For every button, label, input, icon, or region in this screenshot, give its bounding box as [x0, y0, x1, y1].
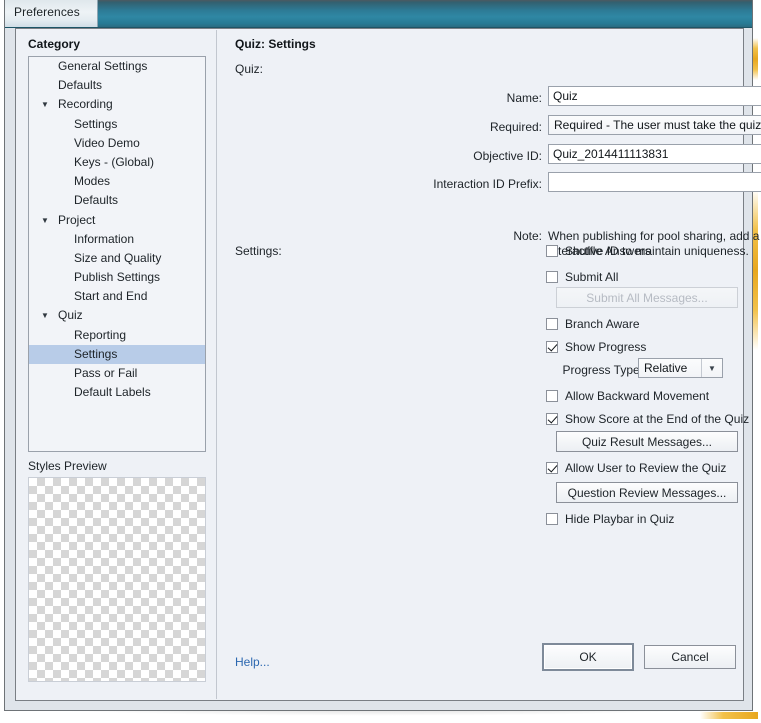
checkbox-submit-all[interactable]: Submit All	[546, 269, 618, 285]
sidebar-item-label: General Settings	[58, 59, 148, 73]
checkbox-label: Allow Backward Movement	[565, 389, 710, 403]
submit-all-messages-button[interactable]: Submit All Messages...	[556, 287, 738, 308]
styles-preview-label: Styles Preview	[28, 459, 107, 473]
sidebar-item-defaults[interactable]: Defaults	[29, 191, 205, 210]
sidebar-item-information[interactable]: Information	[29, 230, 205, 249]
sidebar-item-label: Information	[74, 231, 135, 246]
checkbox-label: Submit All	[565, 270, 619, 284]
quiz-group-label: Quiz:	[235, 62, 264, 76]
page-title: Quiz: Settings	[235, 37, 316, 51]
preferences-window: Preferences Category General Settings Def…	[4, 0, 761, 711]
title-bar-tab[interactable]: Preferences	[5, 0, 98, 27]
interaction-id-prefix-label: Interaction ID Prefix:	[433, 177, 542, 191]
category-tree[interactable]: General Settings Defaults ▼ Recording Settin…	[28, 56, 206, 452]
checkbox-label: Hide Playbar in Quiz	[565, 512, 675, 526]
disclosure-triangle-icon[interactable]: ▼	[39, 211, 51, 230]
cancel-button[interactable]: Cancel	[644, 645, 736, 669]
checkbox-shuffle-answers[interactable]: Shuffle Answers	[546, 243, 651, 259]
category-header: Category	[28, 37, 81, 51]
sidebar-item-quiz[interactable]: ▼ Quiz	[29, 306, 205, 325]
sidebar-item-label: Reporting	[74, 327, 127, 342]
disclosure-triangle-icon[interactable]: ▼	[39, 95, 51, 114]
checkbox-label: Branch Aware	[565, 317, 640, 331]
settings-pane-inner: Quiz: Settings Quiz: Name: Quiz Required…	[217, 30, 761, 699]
sidebar-item-defaults[interactable]: Defaults	[29, 76, 205, 95]
sidebar-item-recording[interactable]: ▼ Recording	[29, 95, 205, 114]
settings-pane: Quiz: Settings Quiz: Name: Quiz Required…	[216, 30, 761, 699]
settings-group-label: Settings:	[235, 244, 282, 258]
sidebar-item-size-and-quality[interactable]: Size and Quality	[29, 249, 205, 268]
sidebar-item-keys-global[interactable]: Keys - (Global)	[29, 153, 205, 172]
chevron-down-icon: ▼	[701, 359, 722, 377]
sidebar-item-label: Keys - (Global)	[74, 154, 155, 169]
progress-type-dropdown[interactable]: Relative ▼	[638, 358, 723, 378]
interaction-id-prefix-input[interactable]	[548, 172, 761, 192]
checkbox-box-icon	[546, 341, 558, 353]
checkbox-show-progress[interactable]: Show Progress	[546, 339, 646, 355]
note-label: Note:	[513, 229, 542, 243]
ok-button[interactable]: OK	[544, 645, 632, 669]
checkbox-allow-backward-movement[interactable]: Allow Backward Movement	[546, 388, 709, 404]
sidebar-item-modes[interactable]: Modes	[29, 172, 205, 191]
sidebar-item-label: Pass or Fail	[74, 366, 138, 380]
checkbox-box-icon	[546, 390, 558, 402]
sidebar-item-reporting[interactable]: Reporting	[29, 326, 205, 345]
sidebar-item-label: Size and Quality	[74, 250, 162, 265]
quiz-result-messages-button[interactable]: Quiz Result Messages...	[556, 431, 738, 452]
checkbox-show-score-at-end[interactable]: Show Score at the End of the Quiz	[546, 411, 749, 427]
preferences-dialog: Category General Settings Defaults ▼ Record…	[15, 28, 761, 701]
checkbox-label: Show Progress	[565, 340, 647, 354]
progress-type-label: Progress Type:	[562, 363, 643, 377]
sidebar-item-pass-or-fail[interactable]: Pass or Fail	[29, 364, 205, 383]
required-dropdown[interactable]: Required - The user must take the quiz t…	[548, 115, 761, 135]
sidebar-item-default-labels[interactable]: Default Labels	[29, 383, 205, 402]
required-dropdown-value: Required - The user must take the quiz t…	[554, 118, 761, 132]
checkbox-hide-playbar[interactable]: Hide Playbar in Quiz	[546, 511, 674, 527]
checkbox-allow-user-review[interactable]: Allow User to Review the Quiz	[546, 460, 726, 476]
sidebar-item-label: Project	[58, 212, 96, 227]
checkbox-box-icon	[546, 318, 558, 330]
sidebar-item-publish-settings[interactable]: Publish Settings	[29, 268, 205, 287]
disclosure-triangle-icon[interactable]: ▼	[39, 306, 51, 325]
progress-type-value: Relative	[644, 361, 688, 375]
checkbox-box-icon	[546, 271, 558, 283]
sidebar-item-label: Settings	[74, 116, 118, 131]
sidebar-item-label: Settings	[74, 346, 118, 361]
checkbox-box-icon	[546, 245, 558, 257]
sidebar-item-start-and-end[interactable]: Start and End	[29, 287, 205, 306]
help-link[interactable]: Help...	[235, 655, 270, 669]
sidebar-item-label: Start and End	[74, 289, 148, 304]
sidebar-item-label: Default Labels	[74, 385, 151, 400]
name-label: Name:	[506, 91, 542, 105]
checkbox-label: Allow User to Review the Quiz	[565, 461, 727, 475]
sidebar-item-label: Recording	[58, 97, 113, 112]
checkbox-box-icon	[546, 513, 558, 525]
window-title: Preferences	[14, 5, 80, 19]
checkbox-branch-aware[interactable]: Branch Aware	[546, 316, 640, 332]
sidebar-item-project[interactable]: ▼ Project	[29, 211, 205, 230]
sidebar-item-label: Quiz	[58, 308, 83, 323]
sidebar-item-label: Defaults	[74, 193, 119, 208]
sidebar-item-general-settings[interactable]: General Settings	[29, 57, 205, 76]
sidebar-item-settings[interactable]: Settings	[29, 344, 205, 364]
sidebar-item-label: Defaults	[58, 78, 103, 93]
sidebar-item-label: Video Demo	[74, 135, 140, 150]
required-label: Required:	[489, 120, 542, 134]
objective-id-input[interactable]: Quiz_2014411113831	[548, 144, 761, 164]
sidebar-item-label: Modes	[74, 174, 111, 189]
checkbox-label: Show Score at the End of the Quiz	[565, 412, 750, 426]
title-bar[interactable]: Preferences	[5, 0, 752, 28]
sidebar-item-label: Publish Settings	[74, 270, 161, 285]
ok-button-focus-ring: OK	[542, 643, 634, 671]
sidebar-item-settings[interactable]: Settings	[29, 115, 205, 134]
name-input[interactable]: Quiz	[548, 86, 761, 106]
styles-preview-canvas	[28, 477, 206, 682]
checkbox-label: Shuffle Answers	[565, 244, 651, 258]
question-review-messages-button[interactable]: Question Review Messages...	[556, 482, 738, 503]
checkbox-box-icon	[546, 413, 558, 425]
checkbox-box-icon	[546, 462, 558, 474]
sidebar-item-video-demo[interactable]: Video Demo	[29, 134, 205, 153]
objective-id-label: Objective ID:	[473, 149, 542, 163]
